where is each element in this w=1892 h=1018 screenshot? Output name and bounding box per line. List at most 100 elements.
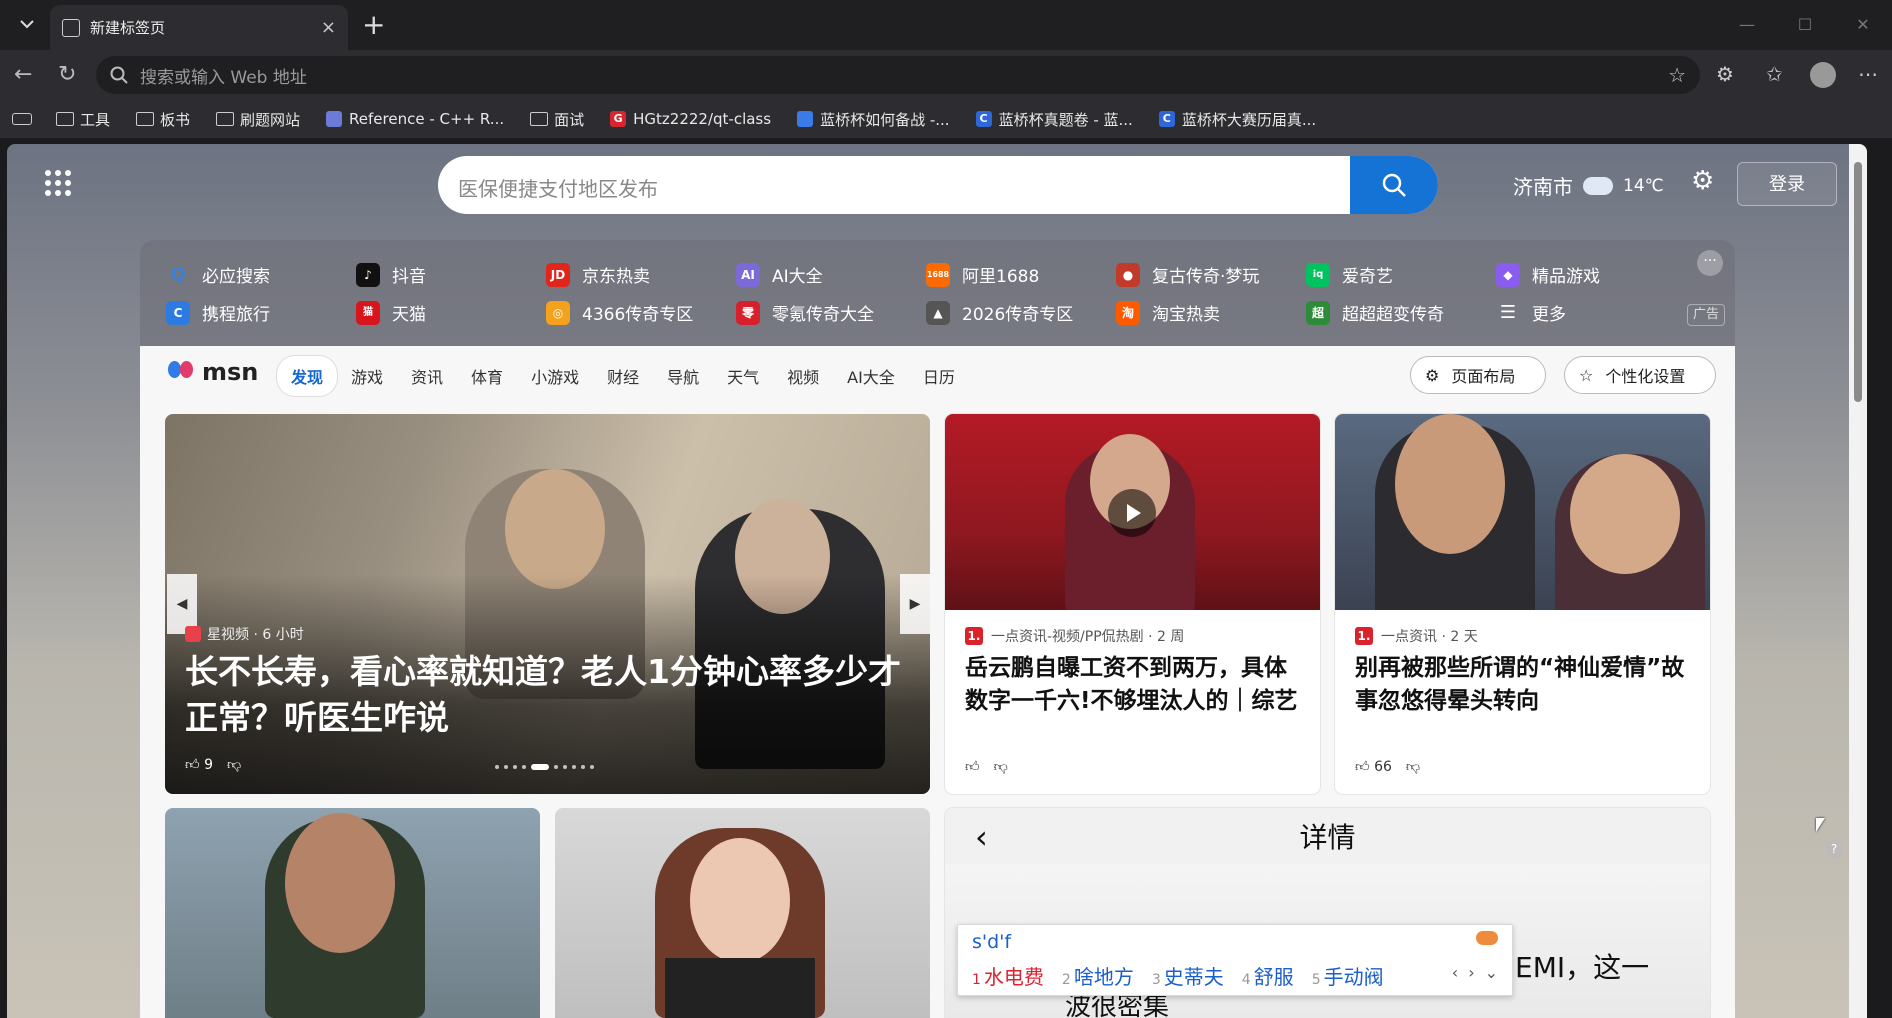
settings-gear-icon[interactable]: ⚙	[1691, 166, 1714, 196]
tab-games[interactable]: 游戏	[337, 356, 397, 396]
bookmark-lanqiao-papers[interactable]: C 蓝桥杯真题卷 - 蓝...	[966, 109, 1143, 130]
new-tab-page: 医保便捷支付地区发布 济南市 14℃ ⚙ 登录 Q 必应搜索 ♪ 抖音 JD 京东热卖…	[7, 144, 1867, 1018]
browser-tab-active[interactable]: 新建标签页 ×	[50, 5, 348, 50]
bookmark-folder-board[interactable]: 板书	[126, 109, 200, 130]
quick-link[interactable]: Q 必应搜索	[166, 262, 270, 288]
chevron-left-icon[interactable]: ‹	[975, 818, 988, 856]
quick-link[interactable]: 淘淘宝热卖	[1116, 300, 1220, 325]
quick-link[interactable]: ▲ 2026传奇专区	[926, 300, 1073, 325]
collections-icon[interactable]	[12, 113, 32, 125]
card-headline[interactable]: 别再被那些所谓的“神仙爱情”故事忽悠得晕头转向	[1355, 652, 1695, 718]
close-window-button[interactable]: ✕	[1834, 0, 1892, 50]
page-layout-button[interactable]: ⚙ 页面布局	[1410, 356, 1546, 394]
apps-grid-icon[interactable]	[45, 170, 71, 196]
ime-candidate[interactable]: 4 舒服	[1242, 961, 1294, 990]
quick-link[interactable]: ◆ 精品游戏	[1496, 262, 1600, 287]
hero-headline[interactable]: 长不长寿，看心率就知道？老人1分钟心率多少才正常？听医生咋说	[185, 649, 905, 741]
quick-link[interactable]: C 携程旅行	[166, 300, 270, 325]
news-card-image[interactable]	[165, 808, 540, 1018]
bookmark-lanqiao-history[interactable]: C 蓝桥杯大赛历届真...	[1149, 109, 1326, 130]
search-input[interactable]: 医保便捷支付地区发布	[458, 173, 658, 202]
bookmark-lanqiao-prep[interactable]: 蓝桥杯如何备战 -...	[787, 109, 960, 130]
quick-link[interactable]: ♪ 抖音	[356, 262, 426, 287]
bookmark-folder-practice[interactable]: 刷题网站	[206, 109, 310, 130]
bookmark-folder-tools[interactable]: 工具	[46, 109, 120, 130]
tab-video[interactable]: 视频	[773, 356, 833, 396]
thumbs-down-icon[interactable]: 👎︎	[994, 758, 1008, 775]
tab-actions-menu-button[interactable]	[10, 6, 44, 42]
quick-links-more-button[interactable]: ···	[1697, 250, 1723, 276]
address-bar[interactable]: 搜索或输入 Web 地址 ☆	[96, 56, 1700, 94]
tab-navigation[interactable]: 导航	[653, 356, 713, 396]
tab-close-button[interactable]: ×	[321, 17, 336, 38]
extensions-icon[interactable]: ⚙	[1716, 62, 1734, 86]
quick-link[interactable]: 1688 阿里1688	[926, 262, 1039, 287]
weather-widget[interactable]: 济南市 14℃	[1513, 168, 1664, 200]
window-controls: — ☐ ✕	[1718, 0, 1892, 50]
hero-carousel[interactable]: ◀ ▶ 星视频 · 6 小时 长不长寿，看心率就知道？老人1分钟心率多少才正常？…	[165, 414, 930, 794]
page-scrollbar[interactable]	[1849, 144, 1867, 1018]
tab-ai[interactable]: AI大全	[833, 356, 909, 396]
bookmark-reference-cpp[interactable]: Reference - C++ R...	[316, 110, 514, 128]
quick-link[interactable]: ● 复古传奇·梦玩	[1116, 262, 1259, 287]
news-card-image[interactable]	[555, 808, 930, 1018]
carousel-next-button[interactable]: ▶	[900, 574, 930, 634]
new-tab-button[interactable]: +	[362, 8, 385, 41]
bookmark-qt-class[interactable]: G HGtz2222/qt-class	[600, 110, 781, 128]
quick-link[interactable]: iq 爱奇艺	[1306, 262, 1393, 287]
quick-link[interactable]: 超超超超变传奇	[1306, 300, 1444, 325]
legend-2026-icon: ▲	[926, 300, 950, 325]
ime-candidate[interactable]: 3 史蒂夫	[1152, 961, 1224, 990]
bookmarks-bar: 工具 板书 刷题网站 Reference - C++ R... 面试 G HGtz…	[0, 100, 1892, 138]
news-card[interactable]: 1. 一点资讯-视频/PP侃热剧 · 2 周 岳云鹏自曝工资不到两万，具体数字一…	[945, 414, 1320, 794]
web-search-box[interactable]: 医保便捷支付地区发布	[438, 156, 1438, 214]
ime-candidate[interactable]: 2 啥地方	[1062, 961, 1134, 990]
chevron-down-icon[interactable]: ⌄	[1485, 963, 1498, 982]
favorites-icon[interactable]: ✩	[1766, 62, 1783, 86]
play-icon[interactable]	[1108, 489, 1156, 537]
bookmark-folder-interview[interactable]: 面试	[520, 109, 594, 130]
retro-game-icon: ●	[1116, 262, 1140, 287]
thumbs-up-icon[interactable]: 👍︎ 66	[1355, 758, 1392, 775]
quick-link[interactable]: 零零氪传奇大全	[736, 300, 874, 325]
news-card[interactable]: 1. 一点资讯 · 2 天 别再被那些所谓的“神仙爱情”故事忽悠得晕头转向 👍︎…	[1335, 414, 1710, 794]
favorite-star-icon[interactable]: ☆	[1668, 63, 1686, 87]
tab-sports[interactable]: 体育	[457, 356, 517, 396]
thumbs-up-icon[interactable]: 👍︎ 9	[185, 756, 213, 773]
quick-link[interactable]: 猫天猫	[356, 300, 426, 325]
tab-mini-games[interactable]: 小游戏	[517, 356, 593, 396]
msn-logo[interactable]: msn	[168, 358, 258, 386]
yidian-logo-icon: 1.	[1355, 627, 1373, 645]
thumbs-down-icon[interactable]: 👎︎	[1406, 758, 1420, 775]
login-button[interactable]: 登录	[1737, 162, 1837, 206]
quick-link[interactable]: ◎ 4366传奇专区	[546, 300, 693, 325]
tab-news[interactable]: 资讯	[397, 356, 457, 396]
card-headline[interactable]: 岳云鹏自曝工资不到两万，具体数字一千六!不够埋汰人的｜综艺	[965, 652, 1305, 718]
chevron-left-icon[interactable]: ‹	[1452, 963, 1458, 982]
ime-candidate[interactable]: 5 手动阀	[1312, 961, 1384, 990]
chevron-right-icon[interactable]: ›	[1468, 963, 1474, 982]
msn-butterfly-icon	[168, 359, 196, 385]
tab-calendar[interactable]: 日历	[909, 356, 969, 396]
scrollbar-thumb[interactable]	[1854, 162, 1862, 402]
profile-avatar[interactable]	[1810, 62, 1836, 88]
refresh-icon[interactable]: ↻	[58, 62, 76, 87]
detail-text-fragment: EMI，这一	[1515, 951, 1650, 984]
more-menu-icon[interactable]: ⋯	[1858, 62, 1878, 86]
minimize-button[interactable]: —	[1718, 0, 1776, 50]
help-icon[interactable]: ?	[1825, 840, 1843, 858]
tab-discover[interactable]: 发现	[277, 356, 338, 396]
personalize-button[interactable]: ☆ 个性化设置	[1564, 356, 1716, 394]
ime-candidate[interactable]: 1 水电费	[972, 961, 1044, 990]
thumbs-down-icon[interactable]: 👎︎	[227, 756, 241, 773]
quick-link-more[interactable]: ☰ 更多	[1496, 300, 1566, 326]
search-button[interactable]	[1350, 156, 1438, 214]
detail-header: ‹ 详情	[945, 808, 1710, 864]
thumbs-up-icon[interactable]: 👍︎	[965, 758, 980, 775]
quick-link[interactable]: AI AI大全	[736, 262, 823, 287]
tab-finance[interactable]: 财经	[593, 356, 653, 396]
maximize-button[interactable]: ☐	[1776, 0, 1834, 50]
back-arrow-icon[interactable]: ←	[14, 62, 32, 87]
tab-weather[interactable]: 天气	[713, 356, 773, 396]
quick-link[interactable]: JD 京东热卖	[546, 262, 650, 287]
